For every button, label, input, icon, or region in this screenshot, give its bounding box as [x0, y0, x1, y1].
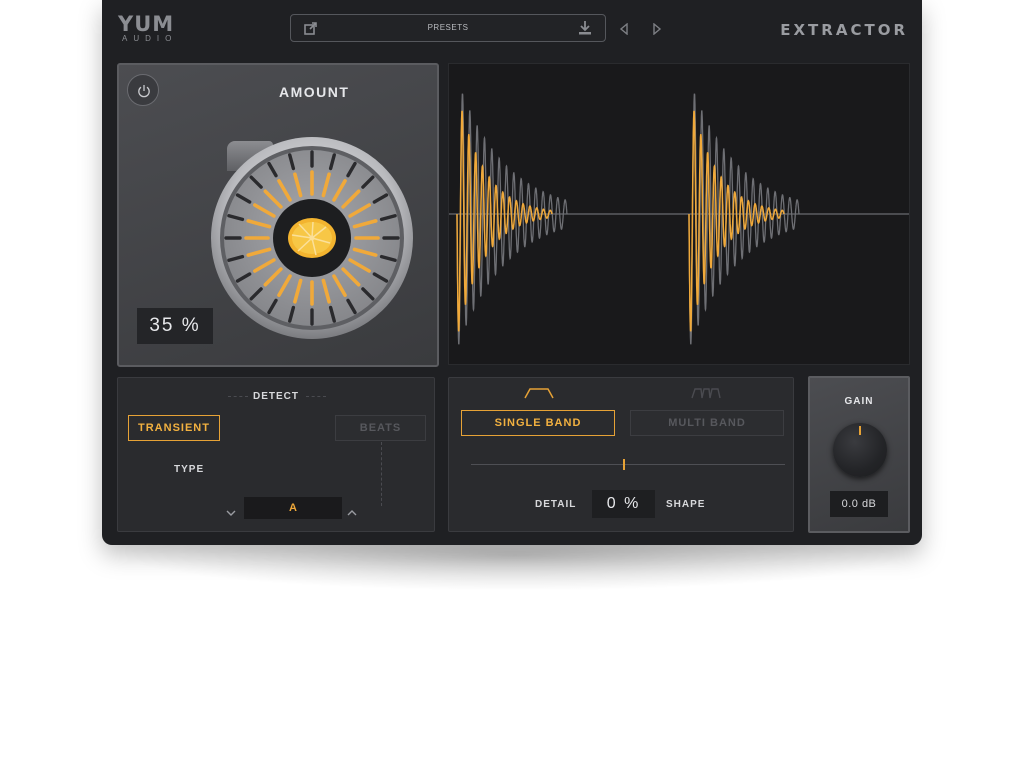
gain-unit: dB — [861, 498, 877, 510]
triangle-right-icon[interactable] — [652, 22, 662, 40]
band-panel: SINGLE BAND MULTI BAND DETAIL 0 % SHAPE — [448, 377, 794, 532]
gain-value: 0.0 — [841, 498, 859, 510]
beats-button[interactable]: BEATS — [335, 415, 426, 441]
lemon-icon — [288, 218, 336, 258]
shape-label: SHAPE — [666, 499, 706, 510]
power-button[interactable] — [127, 74, 159, 106]
amount-unit: % — [181, 315, 201, 336]
waveform-extracted — [456, 110, 785, 332]
detect-bracket — [381, 442, 382, 506]
amount-panel: AMOUNT 35 % — [117, 63, 439, 367]
chevron-up-icon[interactable] — [347, 504, 357, 522]
logo-sub: AUDIO — [122, 34, 178, 43]
detect-panel: DETECT TRANSIENT BEATS TYPE A — [117, 377, 435, 532]
detect-title: DETECT — [253, 391, 299, 402]
detail-value: 0 — [606, 495, 618, 512]
gain-readout[interactable]: 0.0 dB — [830, 491, 888, 517]
waveform-display — [448, 63, 910, 365]
gain-knob[interactable] — [833, 423, 887, 477]
chevron-down-icon[interactable] — [226, 504, 236, 522]
extractor-brand: EXTRACTOR — [780, 21, 908, 39]
type-label: TYPE — [174, 464, 205, 475]
shape-slider-thumb[interactable] — [623, 459, 625, 470]
logo-main: YUM — [118, 12, 175, 36]
amount-readout[interactable]: 35 % — [137, 308, 213, 344]
detail-unit: % — [624, 495, 641, 512]
amount-value: 35 — [149, 315, 175, 336]
detect-divider-right — [306, 396, 326, 397]
download-icon[interactable] — [577, 20, 593, 41]
power-icon — [138, 85, 150, 98]
detail-label: DETAIL — [535, 499, 577, 510]
single-band-icon — [524, 386, 554, 404]
presets-label[interactable]: PRESETS — [291, 23, 605, 32]
shape-slider-track[interactable] — [471, 464, 785, 465]
multi-band-icon — [691, 386, 721, 404]
plugin-window: YUM AUDIO PRESETS EXTRACTOR AMOUNT 35 % … — [102, 0, 922, 545]
gain-title: GAIN — [844, 396, 874, 407]
detail-readout[interactable]: 0 % — [592, 490, 655, 518]
amount-title: AMOUNT — [279, 84, 350, 100]
multi-band-button[interactable]: MULTI BAND — [630, 410, 784, 436]
yum-audio-logo: YUM AUDIO — [118, 12, 182, 44]
gain-knob-indicator — [859, 426, 861, 435]
transient-button[interactable]: TRANSIENT — [128, 415, 220, 441]
triangle-left-icon[interactable] — [619, 22, 629, 40]
single-band-button[interactable]: SINGLE BAND — [461, 410, 615, 436]
amount-dial[interactable] — [209, 135, 415, 346]
type-value[interactable]: A — [244, 497, 342, 519]
presets-bar[interactable]: PRESETS — [290, 14, 606, 42]
gain-panel: GAIN 0.0 dB — [808, 376, 910, 533]
